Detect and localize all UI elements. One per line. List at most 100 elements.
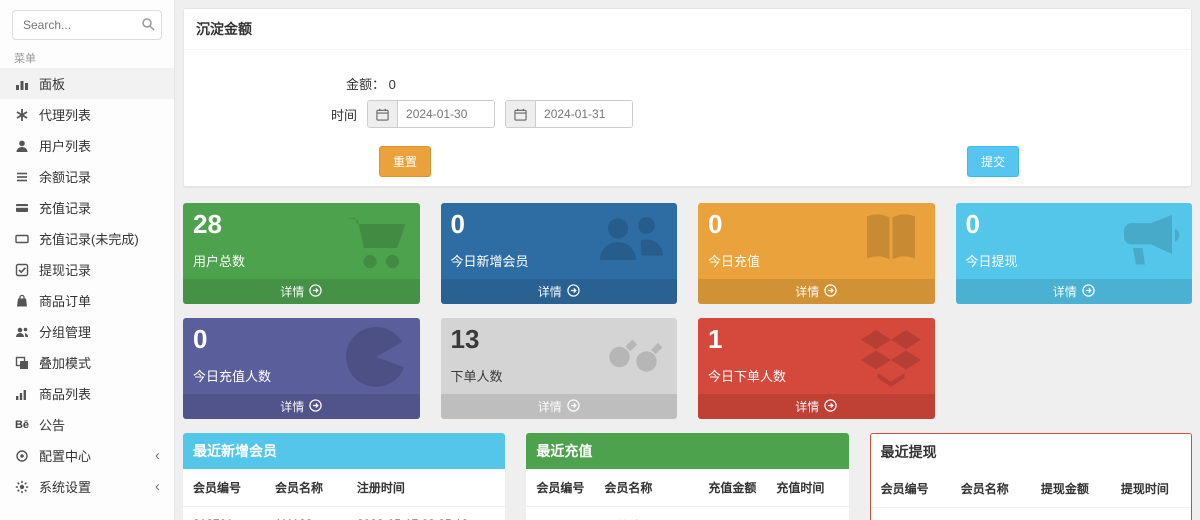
- column-header: 充值金额: [698, 469, 766, 507]
- sidebar-item-product-list[interactable]: 商品列表: [0, 378, 174, 409]
- sidebar-item-label: 系统设置: [39, 477, 146, 496]
- column-header: 会员名称: [265, 469, 347, 507]
- column-header: 会员编号: [183, 469, 265, 507]
- detail-link[interactable]: 详情: [183, 394, 420, 419]
- stat-card-body: 0 今日充值: [698, 203, 935, 279]
- stat-value: 0: [193, 325, 410, 355]
- calendar-icon[interactable]: [368, 101, 398, 127]
- stat-label: 下单人数: [451, 366, 668, 385]
- table-row: 218758 天美社区源码网 200.00 2023-04-24 02:31:3…: [526, 507, 848, 520]
- stat-card-body: 0 今日新增会员: [441, 203, 678, 279]
- stat-card-new-members-today: 0 今日新增会员 详情: [441, 203, 678, 304]
- table-cell: 2023-05-17 03:25:18: [347, 507, 505, 520]
- stat-label: 今日充值: [708, 251, 925, 270]
- detail-label: 详情: [280, 283, 304, 300]
- box-title: 沉淀金额: [184, 9, 1191, 50]
- sidebar-item-withdraw-records[interactable]: 提现记录: [0, 254, 174, 285]
- detail-link[interactable]: 详情: [183, 279, 420, 304]
- amount-value: 0: [389, 77, 396, 92]
- recent-members-table: 会员编号 会员名称 注册时间 218791 111122 2023-05-17 …: [183, 469, 505, 520]
- detail-link[interactable]: 详情: [441, 279, 678, 304]
- sidebar-item-user-list[interactable]: 用户列表: [0, 130, 174, 161]
- sidebar-item-announcement[interactable]: Bē 公告: [0, 409, 174, 440]
- sidebar-item-label: 分组管理: [39, 322, 160, 341]
- panel-recent-recharge: 最近充值 会员编号 会员名称 充值金额 充值时间 218758 天美社区源码网 …: [526, 433, 848, 520]
- stat-card-body: 13 下单人数: [441, 318, 678, 394]
- detail-label: 详情: [538, 398, 562, 415]
- detail-label: 详情: [538, 283, 562, 300]
- date-to-input[interactable]: [536, 101, 632, 127]
- time-row: 时间: [331, 100, 633, 128]
- sidebar-item-product-orders[interactable]: 商品订单: [0, 285, 174, 316]
- amount-label: 金额：: [346, 77, 385, 92]
- sidebar-item-panel[interactable]: 面板: [0, 68, 174, 99]
- table-cell: 200.00: [698, 507, 766, 520]
- sidebar-item-group-management[interactable]: 分组管理: [0, 316, 174, 347]
- table-cell: 218791: [183, 507, 265, 520]
- sidebar-item-config-center[interactable]: 配置中心 ‹: [0, 440, 174, 471]
- amount-row: 金额： 0: [346, 74, 396, 93]
- search-box: [12, 10, 162, 40]
- sidebar-item-label: 充值记录(未完成): [39, 229, 160, 248]
- detail-link[interactable]: 详情: [441, 394, 678, 419]
- stat-card-body: 0 今日提现: [956, 203, 1193, 279]
- panel-title: 最近提现: [871, 434, 1191, 470]
- sidebar-item-balance-records[interactable]: 余额记录: [0, 161, 174, 192]
- reset-button[interactable]: 重置: [379, 146, 431, 177]
- date-from-input[interactable]: [398, 101, 494, 127]
- recent-withdraw-table: 会员编号 会员名称 提现金额 提现时间: [871, 470, 1191, 508]
- time-label: 时间: [331, 105, 357, 124]
- settle-amount-box: 沉淀金额 金额： 0 时间 重置 提交: [183, 8, 1192, 187]
- column-header: 会员名称: [951, 470, 1031, 508]
- behance-icon: Bē: [14, 419, 30, 431]
- stat-card-total-users: 28 用户总数 详情: [183, 203, 420, 304]
- chevron-left-icon: ‹: [155, 448, 160, 463]
- sidebar-item-label: 配置中心: [39, 446, 146, 465]
- sidebar-item-recharge-records[interactable]: 充值记录: [0, 192, 174, 223]
- sidebar-item-recharge-records-incomplete[interactable]: 充值记录(未完成): [0, 223, 174, 254]
- gear-icon: [14, 480, 30, 494]
- circle-arrow-icon: [824, 284, 837, 300]
- submit-button[interactable]: 提交: [967, 146, 1019, 177]
- panel-recent-withdraw: 最近提现 会员编号 会员名称 提现金额 提现时间: [870, 433, 1192, 520]
- chevron-left-icon: ‹: [155, 479, 160, 494]
- column-header: 充值时间: [766, 469, 848, 507]
- sidebar-item-label: 公告: [39, 415, 160, 434]
- detail-label: 详情: [795, 283, 819, 300]
- detail-link[interactable]: 详情: [956, 279, 1193, 304]
- stat-card-recharge-today: 0 今日充值 详情: [698, 203, 935, 304]
- detail-label: 详情: [795, 398, 819, 415]
- sidebar-item-agent-list[interactable]: 代理列表: [0, 99, 174, 130]
- table-cell: 2023-04-24 02:31:30: [766, 507, 848, 520]
- search-button[interactable]: [138, 14, 158, 37]
- circle-arrow-icon: [1082, 284, 1095, 300]
- date-from-group: [367, 100, 495, 128]
- table-header-row: 会员编号 会员名称 充值金额 充值时间: [526, 469, 848, 507]
- detail-link[interactable]: 详情: [698, 394, 935, 419]
- sidebar-item-label: 用户列表: [39, 136, 160, 155]
- detail-label: 详情: [280, 398, 304, 415]
- panel-recent-members: 最近新增会员 会员编号 会员名称 注册时间 218791 111122 2023…: [183, 433, 505, 520]
- calendar-icon[interactable]: [506, 101, 536, 127]
- stat-value: 28: [193, 210, 410, 240]
- stat-label: 今日新增会员: [451, 251, 668, 270]
- stat-value: 13: [451, 325, 668, 355]
- column-header: 会员名称: [594, 469, 698, 507]
- table-header-row: 会员编号 会员名称 提现金额 提现时间: [871, 470, 1191, 508]
- table-cell: 天美社区源码网: [594, 507, 698, 520]
- stat-label: 用户总数: [193, 251, 410, 270]
- sidebar-item-system-settings[interactable]: 系统设置 ‹: [0, 471, 174, 502]
- stat-cards: 28 用户总数 详情 0 今日新增会员 详情 0 今日充值: [183, 203, 1192, 419]
- sidebar-item-overlay-mode[interactable]: 叠加模式: [0, 347, 174, 378]
- filter-form: 金额： 0 时间 重置 提交: [184, 50, 1191, 186]
- column-header: 注册时间: [347, 469, 505, 507]
- stat-label: 今日下单人数: [708, 366, 925, 385]
- sidebar-item-label: 代理列表: [39, 105, 160, 124]
- users-group-icon: [14, 325, 30, 339]
- detail-label: 详情: [1053, 283, 1077, 300]
- sidebar-item-label: 余额记录: [39, 167, 160, 186]
- menu-section-label: 菜单: [14, 50, 160, 66]
- circle-dot-icon: [14, 449, 30, 463]
- check-square-icon: [14, 263, 30, 277]
- detail-link[interactable]: 详情: [698, 279, 935, 304]
